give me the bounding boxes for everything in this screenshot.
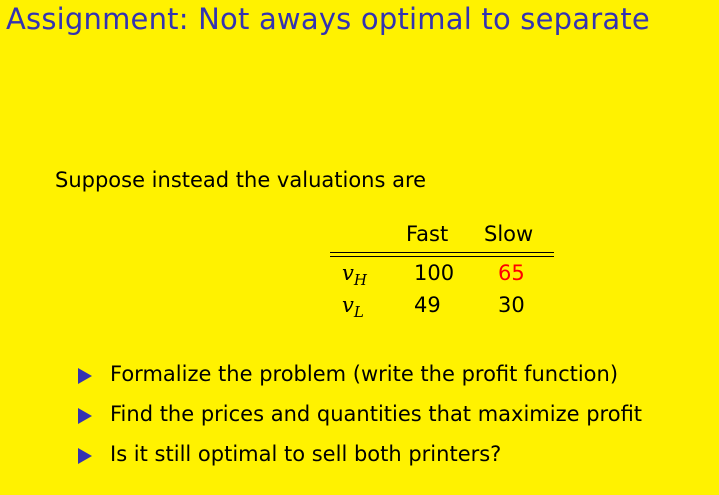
row-label-symbol: v xyxy=(342,261,354,285)
triangle-right-icon xyxy=(78,408,92,424)
triangle-right-icon xyxy=(78,368,92,384)
row-label-low: vL xyxy=(342,293,364,321)
slide-title: Assignment: Not aways optimal to separat… xyxy=(6,2,650,36)
header-fast: Fast xyxy=(406,222,449,246)
intro-text: Suppose instead the valuations are xyxy=(55,168,427,192)
cell-high-fast: 100 xyxy=(414,261,455,285)
bullet-text: Find the prices and quantities that maxi… xyxy=(110,402,643,426)
row-label-high: vH xyxy=(342,261,367,289)
table-row: vH 100 65 xyxy=(330,257,554,289)
table-row: vL 49 30 xyxy=(330,289,554,321)
table-header: Fast Slow xyxy=(330,222,554,250)
header-slow: Slow xyxy=(484,222,534,246)
cell-low-slow: 30 xyxy=(498,293,525,317)
cell-high-slow: 65 xyxy=(498,261,525,285)
bullet-text: Is it still optimal to sell both printer… xyxy=(110,442,502,466)
row-label-subscript: L xyxy=(353,303,364,321)
row-label-subscript: H xyxy=(353,271,367,289)
valuation-table: Fast Slow vH 100 65 vL 49 30 xyxy=(330,222,554,321)
bullet-text: Formalize the problem (write the profit … xyxy=(110,362,619,386)
row-label-symbol: v xyxy=(342,293,354,317)
cell-low-fast: 49 xyxy=(414,293,441,317)
table-rule-top xyxy=(330,252,554,253)
triangle-right-icon xyxy=(78,448,92,464)
